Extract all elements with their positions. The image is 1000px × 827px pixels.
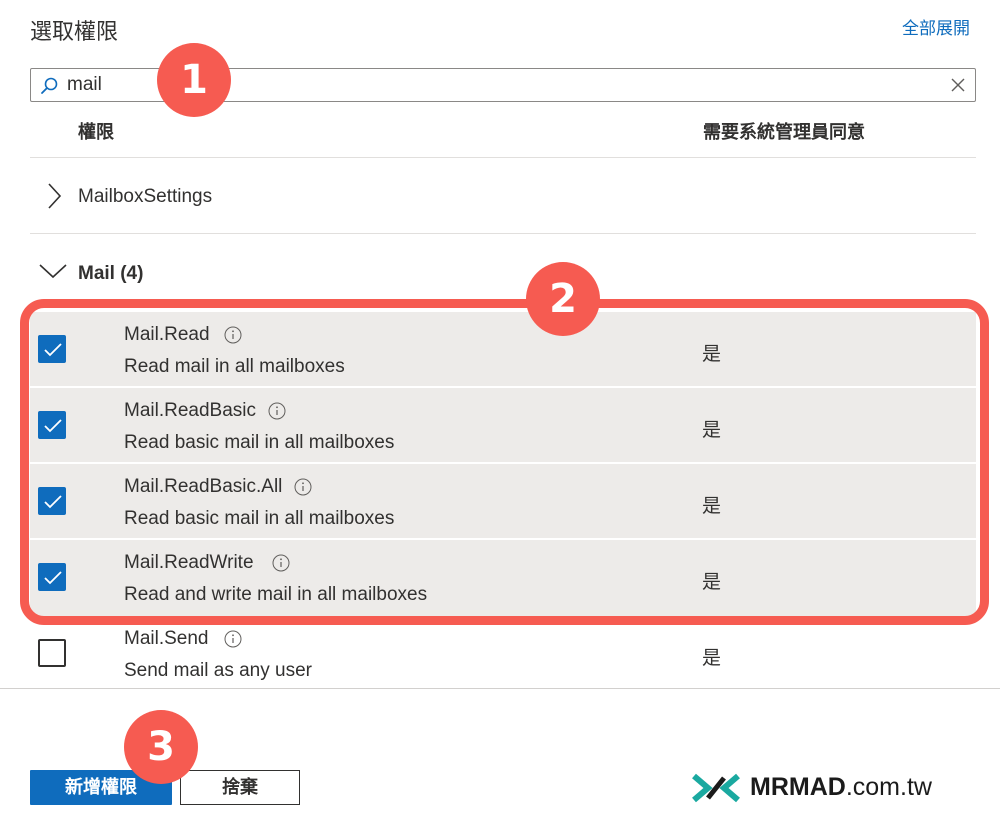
permission-description: Send mail as any user — [124, 660, 312, 681]
step-marker-2: 2 — [526, 262, 600, 336]
watermark-text: MRMAD.com.tw — [750, 773, 932, 802]
search-icon — [41, 77, 58, 94]
highlight-frame — [20, 299, 989, 625]
step-marker-3: 3 — [124, 710, 198, 784]
permission-row-mail-send[interactable]: Mail.Send Send mail as any user 是 — [30, 616, 976, 692]
group-label: Mail (4) — [78, 263, 144, 284]
watermark-domain: .com.tw — [845, 773, 932, 801]
step-marker-1: 1 — [157, 43, 231, 117]
group-mailboxsettings[interactable]: MailboxSettings — [30, 176, 976, 216]
chevron-right-icon — [48, 183, 62, 209]
expand-all-link[interactable]: 全部展開 — [902, 14, 970, 39]
chevron-down-icon — [39, 264, 67, 279]
column-header-admin-consent: 需要系統管理員同意 — [703, 122, 865, 142]
discard-button[interactable]: 捨棄 — [180, 770, 300, 805]
column-header-permission: 權限 — [78, 122, 114, 142]
page-title: 選取權限 — [30, 19, 119, 44]
watermark-brand: MRMAD — [750, 773, 846, 801]
admin-consent-value: 是 — [702, 648, 722, 669]
close-icon[interactable] — [949, 76, 967, 94]
group-label: MailboxSettings — [78, 186, 213, 207]
info-icon[interactable] — [224, 630, 242, 648]
footer-divider — [0, 688, 1000, 689]
permission-checkbox[interactable] — [38, 639, 66, 667]
divider — [30, 233, 976, 234]
watermark-logo-icon — [692, 773, 740, 803]
permission-name: Mail.Send — [124, 628, 209, 649]
divider — [30, 157, 976, 158]
group-mail[interactable]: Mail (4) — [30, 256, 976, 290]
